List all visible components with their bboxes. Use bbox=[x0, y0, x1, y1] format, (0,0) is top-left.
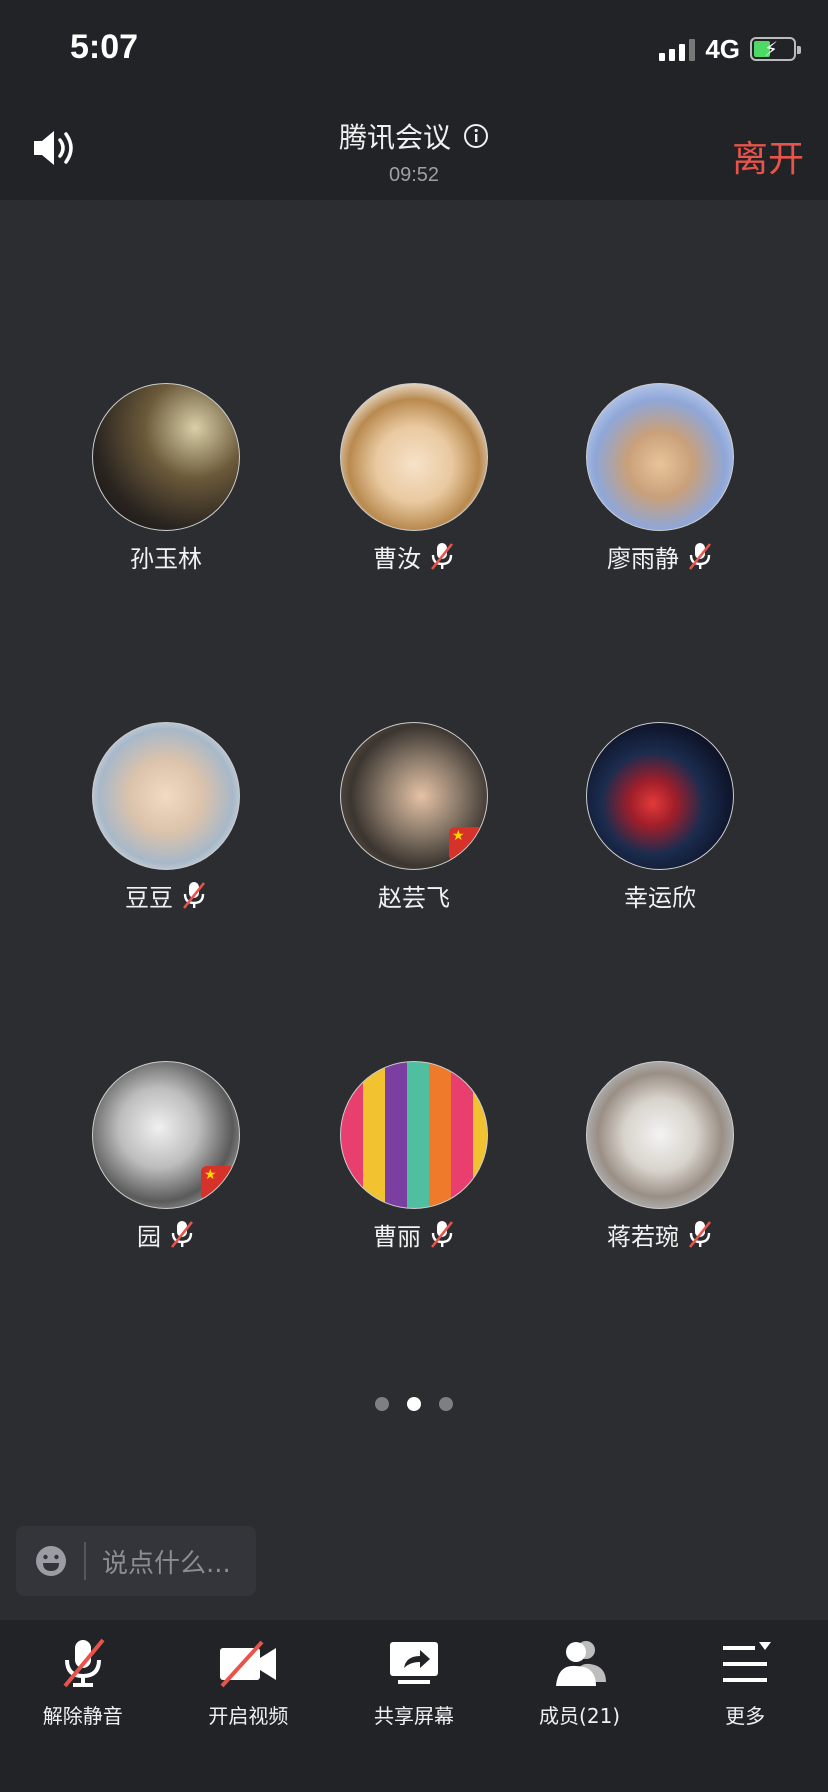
start-video-label: 开启视频 bbox=[208, 1704, 289, 1728]
participant-grid: 孙玉林 曹汝 廖雨静 豆豆 赵芸飞 幸运欣 bbox=[0, 200, 828, 1600]
share-screen-icon bbox=[389, 1642, 438, 1684]
mic-muted-icon bbox=[182, 882, 206, 909]
china-flag-badge bbox=[449, 827, 483, 861]
participant-name: 园 bbox=[137, 1222, 161, 1251]
participant-name: 曹汝 bbox=[373, 544, 421, 573]
page-dot[interactable] bbox=[375, 1397, 389, 1411]
status-indicators: 4G ⚡ bbox=[659, 33, 801, 64]
mic-muted-icon bbox=[430, 543, 454, 570]
participant-tile[interactable]: 赵芸飞 bbox=[314, 722, 514, 912]
participant-tile[interactable]: 园 bbox=[66, 1061, 266, 1251]
meeting-title[interactable]: 腾讯会议 bbox=[339, 116, 489, 156]
participant-tile[interactable]: 孙玉林 bbox=[66, 383, 266, 573]
mic-muted-icon bbox=[170, 1221, 194, 1248]
more-label: 更多 bbox=[725, 1704, 766, 1728]
avatar bbox=[92, 383, 240, 531]
more-menu-icon bbox=[723, 1642, 772, 1682]
members-icon bbox=[555, 1641, 606, 1686]
info-icon[interactable] bbox=[463, 123, 489, 149]
more-button[interactable]: 更多 bbox=[662, 1620, 828, 1730]
page-indicator[interactable] bbox=[0, 1397, 828, 1411]
participant-tile[interactable]: 幸运欣 bbox=[560, 722, 760, 912]
participant-name: 孙玉林 bbox=[130, 544, 202, 573]
participant-name: 廖雨静 bbox=[607, 544, 679, 573]
members-button[interactable]: 成员(21) bbox=[497, 1620, 663, 1730]
clock: 5:07 bbox=[70, 28, 139, 66]
unmute-button[interactable]: 解除静音 bbox=[0, 1620, 166, 1730]
avatar bbox=[586, 722, 734, 870]
avatar bbox=[340, 722, 488, 870]
unmute-label: 解除静音 bbox=[42, 1704, 123, 1728]
china-flag-badge bbox=[201, 1166, 235, 1200]
participant-tile[interactable]: 曹丽 bbox=[314, 1061, 514, 1251]
participant-name: 豆豆 bbox=[125, 883, 173, 912]
signal-icon bbox=[659, 37, 696, 61]
meeting-title-text: 腾讯会议 bbox=[338, 121, 451, 154]
participant-tile[interactable]: 蒋若琬 bbox=[560, 1061, 760, 1251]
participant-tile[interactable]: 曹汝 bbox=[314, 383, 514, 573]
chat-divider bbox=[84, 1542, 86, 1580]
battery-icon: ⚡ bbox=[750, 37, 801, 61]
participant-name: 曹丽 bbox=[373, 1222, 421, 1251]
leave-button[interactable]: 离开 bbox=[732, 130, 804, 182]
bottom-toolbar: 解除静音 开启视频 共享屏幕 成员(21) 更多 bbox=[0, 1620, 828, 1792]
video-off-icon bbox=[220, 1640, 277, 1688]
share-screen-button[interactable]: 共享屏幕 bbox=[331, 1620, 497, 1730]
network-type: 4G bbox=[705, 33, 740, 64]
chat-input[interactable]: 说点什么... bbox=[16, 1526, 256, 1596]
participant-tile[interactable]: 豆豆 bbox=[66, 722, 266, 912]
avatar bbox=[586, 383, 734, 531]
members-label: 成员(21) bbox=[539, 1704, 621, 1728]
page-dot[interactable] bbox=[439, 1397, 453, 1411]
mic-muted-icon bbox=[430, 1221, 454, 1248]
avatar bbox=[92, 1061, 240, 1209]
participant-name: 幸运欣 bbox=[624, 883, 696, 912]
chat-placeholder: 说点什么... bbox=[102, 1548, 231, 1579]
participant-name: 赵芸飞 bbox=[378, 883, 450, 912]
status-bar: 5:07 4G ⚡ bbox=[0, 0, 828, 96]
participant-tile[interactable]: 廖雨静 bbox=[560, 383, 760, 573]
start-video-button[interactable]: 开启视频 bbox=[166, 1620, 332, 1730]
avatar bbox=[340, 1061, 488, 1209]
meeting-title-area: 腾讯会议 09:52 bbox=[0, 116, 828, 187]
share-screen-label: 共享屏幕 bbox=[373, 1704, 454, 1728]
mic-muted-icon bbox=[688, 1221, 712, 1248]
avatar bbox=[92, 722, 240, 870]
avatar bbox=[340, 383, 488, 531]
meeting-duration: 09:52 bbox=[388, 164, 440, 186]
mic-muted-icon bbox=[688, 543, 712, 570]
mic-off-icon bbox=[63, 1638, 105, 1688]
avatar bbox=[586, 1061, 734, 1209]
participant-name: 蒋若琬 bbox=[607, 1222, 679, 1251]
meeting-header: 腾讯会议 09:52 离开 bbox=[0, 96, 828, 200]
page-dot-active[interactable] bbox=[407, 1397, 421, 1411]
emoji-icon[interactable] bbox=[34, 1544, 68, 1578]
